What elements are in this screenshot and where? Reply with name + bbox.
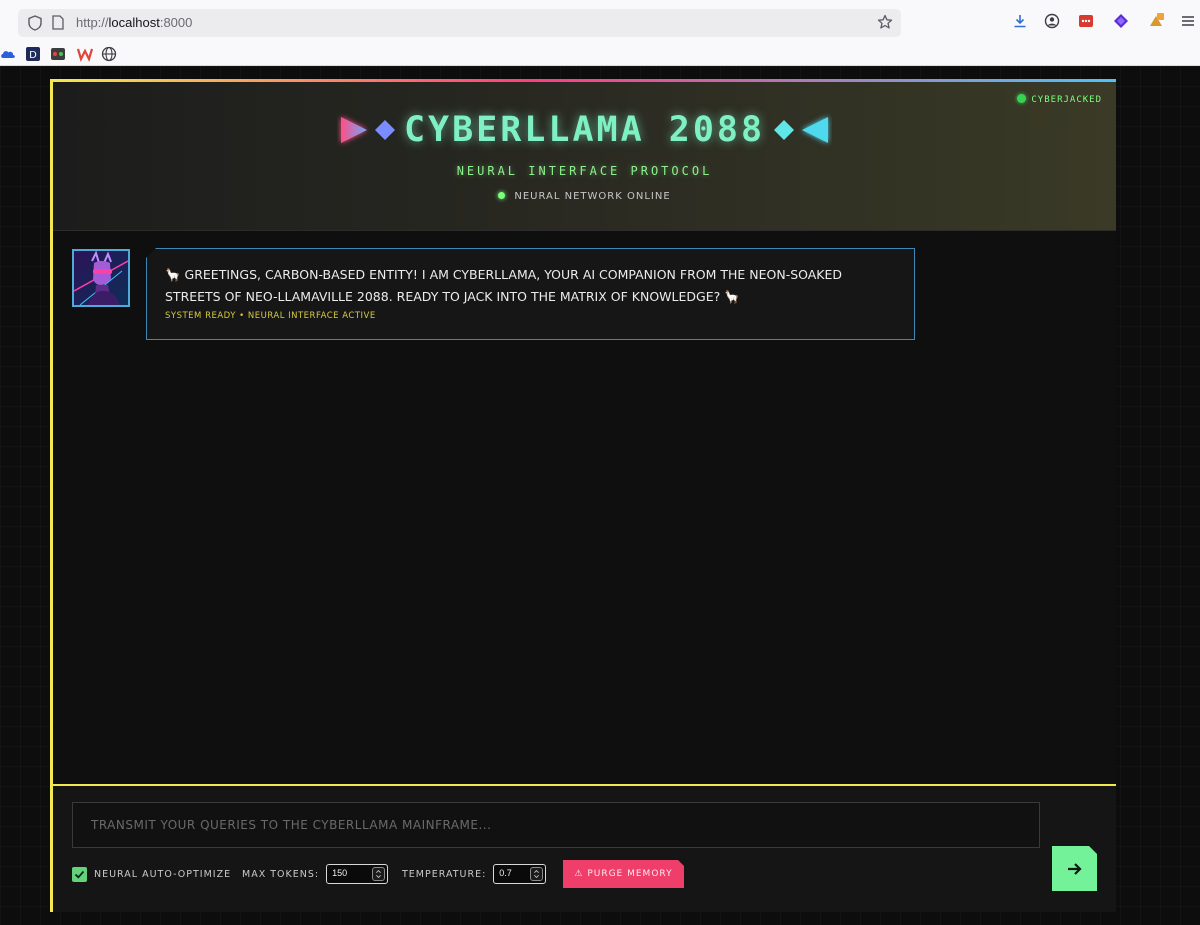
page-subtitle: NEURAL INTERFACE PROTOCOL <box>456 164 713 178</box>
network-status: NEURAL NETWORK ONLINE <box>53 191 1116 202</box>
auto-optimize-label: NEURAL AUTO-OPTIMIZE <box>94 868 232 880</box>
status-badge: CYBERJACKED <box>1017 94 1102 105</box>
star-icon[interactable] <box>877 14 893 30</box>
arrow-right-icon <box>1067 862 1083 876</box>
auto-optimize-toggle[interactable]: NEURAL AUTO-OPTIMIZE <box>72 860 231 888</box>
globe-icon[interactable] <box>101 46 117 62</box>
account-icon[interactable] <box>1044 13 1060 29</box>
llama-avatar-icon <box>74 251 128 305</box>
chat-messages[interactable]: 🦙 GREETINGS, CARBON-BASED ENTITY! I AM C… <box>53 231 1116 784</box>
cloud-icon[interactable] <box>0 46 16 62</box>
page-background: CYBERJACKED CYBERLLAMA 2088 NEURAL INTER… <box>0 66 1200 925</box>
title-row: CYBERLLAMA 2088 <box>53 110 1116 154</box>
d-app-icon[interactable]: D <box>25 46 41 62</box>
avatar <box>72 249 130 307</box>
game-icon[interactable] <box>50 46 66 62</box>
temperature-input[interactable]: 0.7 <box>493 864 547 884</box>
extension-red-icon[interactable] <box>1078 13 1094 29</box>
url-text[interactable]: http://localhost:8000 <box>76 15 192 30</box>
shield-icon[interactable] <box>28 15 42 31</box>
w-logo-icon[interactable] <box>77 46 93 62</box>
browser-toolbar: http://localhost:8000 <box>0 0 1200 42</box>
message-input[interactable] <box>72 802 1040 848</box>
assistant-message: 🦙 GREETINGS, CARBON-BASED ENTITY! I AM C… <box>146 248 915 340</box>
send-button[interactable] <box>1052 846 1097 891</box>
auto-optimize-checkbox[interactable] <box>72 866 87 882</box>
max-tokens-label: MAX TOKENS: <box>242 868 320 880</box>
extension-purple-icon[interactable] <box>1113 13 1129 29</box>
page-title: CYBERLLAMA 2088 <box>403 110 766 150</box>
address-bar[interactable]: http://localhost:8000 <box>18 9 901 37</box>
download-icon[interactable] <box>1012 13 1028 29</box>
menu-icon[interactable] <box>1180 13 1196 29</box>
right-arrow-diamond-icon <box>774 117 829 143</box>
max-tokens-control: MAX TOKENS: 150 <box>242 860 389 888</box>
spinner-arrows-icon[interactable] <box>530 867 544 881</box>
input-panel: NEURAL AUTO-OPTIMIZE MAX TOKENS: 150 TEM… <box>53 784 1116 912</box>
bookmarks-bar: D <box>0 42 1200 66</box>
purge-control: ⚠ PURGE MEMORY <box>563 860 684 888</box>
message-text: 🦙 GREETINGS, CARBON-BASED ENTITY! I AM C… <box>165 267 843 304</box>
settings-controls: NEURAL AUTO-OPTIMIZE MAX TOKENS: 150 TEM… <box>72 860 972 888</box>
svg-text:D: D <box>29 50 37 61</box>
extension-badge-icon[interactable] <box>1148 13 1164 29</box>
left-arrow-diamond-icon <box>340 117 395 143</box>
max-tokens-input[interactable]: 150 <box>326 864 389 884</box>
checkmark-icon <box>74 870 85 879</box>
temperature-value: 0.7 <box>499 868 512 878</box>
page-icon <box>52 15 64 30</box>
temperature-label: TEMPERATURE: <box>402 868 487 880</box>
message-meta: SYSTEM READY • NEURAL INTERFACE ACTIVE <box>165 311 376 321</box>
max-tokens-value: 150 <box>332 868 348 878</box>
online-dot-icon <box>498 192 506 199</box>
chat-app: CYBERJACKED CYBERLLAMA 2088 NEURAL INTER… <box>50 79 1116 912</box>
status-dot-icon <box>1017 94 1027 103</box>
temperature-control: TEMPERATURE: 0.7 <box>402 860 547 888</box>
purge-memory-button[interactable]: ⚠ PURGE MEMORY <box>563 860 684 888</box>
spinner-arrows-icon[interactable] <box>372 867 386 881</box>
app-header: CYBERJACKED CYBERLLAMA 2088 NEURAL INTER… <box>53 82 1116 231</box>
